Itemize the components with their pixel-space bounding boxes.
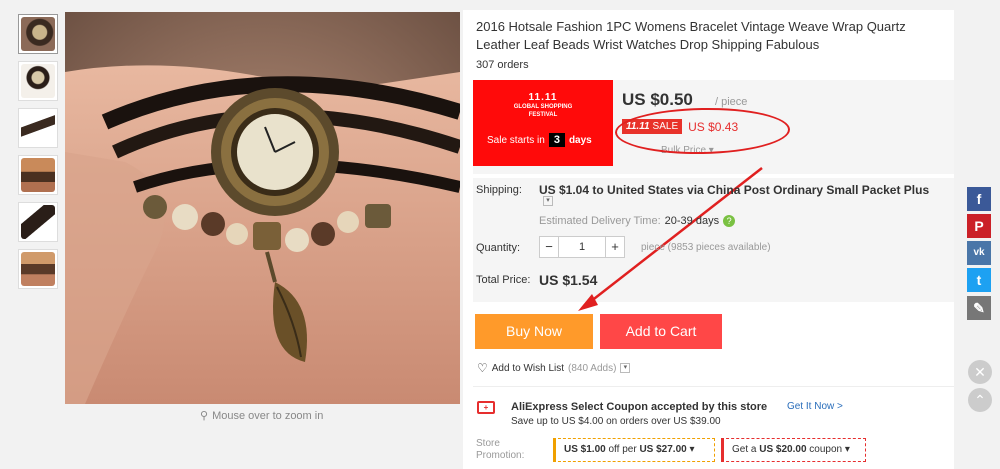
total-price-value: US $1.54 bbox=[539, 272, 598, 288]
price-unit: / piece bbox=[715, 96, 748, 108]
zoom-hint-text: Mouse over to zoom in bbox=[212, 409, 324, 422]
estimated-delivery: Estimated Delivery Time: 20-39 days ? bbox=[539, 215, 736, 227]
festival-banner: 11.11 GLOBAL SHOPPING FESTIVAL Sale star… bbox=[473, 80, 613, 166]
pinterest-icon[interactable]: P bbox=[967, 214, 991, 238]
wishlist-count: (840 Adds) bbox=[568, 362, 617, 374]
watch-bracelet-illustration bbox=[65, 12, 460, 404]
sale-countdown: Sale starts in 3 days bbox=[487, 133, 592, 147]
help-icon[interactable]: ? bbox=[723, 215, 736, 227]
quantity-stepper: − 1 + bbox=[539, 236, 625, 258]
delivery-days: 20-39 days bbox=[664, 215, 720, 227]
quantity-minus-button[interactable]: − bbox=[539, 236, 559, 258]
store-promotion-label: Store Promotion: bbox=[476, 438, 525, 461]
promotion-coupon[interactable]: Get a US $20.00 coupon ▾ bbox=[721, 438, 866, 462]
scroll-top-icon[interactable]: ⌃ bbox=[968, 388, 992, 412]
chevron-down-icon: ▾ bbox=[844, 444, 850, 455]
buy-now-button[interactable]: Buy Now bbox=[475, 314, 593, 349]
total-price-label: Total Price: bbox=[476, 274, 531, 286]
product-info-panel: 2016 Hotsale Fashion 1PC Womens Bracelet… bbox=[463, 10, 954, 469]
facebook-icon[interactable]: f bbox=[967, 187, 991, 211]
thumbnail-1[interactable] bbox=[18, 14, 58, 54]
stock-note: piece (9853 pieces available) bbox=[641, 242, 771, 253]
vk-icon[interactable]: vk bbox=[967, 241, 991, 265]
coupon-title: AliExpress Select Coupon accepted by thi… bbox=[511, 401, 768, 413]
coupon-icon: + bbox=[477, 401, 495, 414]
magnifier-icon: ⚲ bbox=[200, 410, 209, 422]
thumbnail-list bbox=[18, 14, 60, 296]
divider bbox=[473, 386, 954, 387]
promotion-discount[interactable]: US $1.00 off per US $27.00 ▾ bbox=[553, 438, 715, 462]
get-coupon-link[interactable]: Get It Now > bbox=[787, 401, 843, 412]
product-title: 2016 Hotsale Fashion 1PC Womens Bracelet… bbox=[476, 19, 906, 52]
quantity-plus-button[interactable]: + bbox=[605, 236, 625, 258]
thumbnail-6[interactable] bbox=[18, 249, 58, 289]
price-box: 11.11 GLOBAL SHOPPING FESTIVAL Sale star… bbox=[473, 80, 954, 174]
thumbnail-2[interactable] bbox=[18, 61, 58, 101]
festival-logo: 11.11 GLOBAL SHOPPING FESTIVAL bbox=[513, 92, 573, 118]
thumbnail-4[interactable] bbox=[18, 155, 58, 195]
product-page: ⚲ Mouse over to zoom in 2016 Hotsale Fas… bbox=[0, 0, 1000, 469]
unit-price: US $0.50 bbox=[622, 90, 693, 109]
quantity-label: Quantity: bbox=[476, 242, 521, 254]
shipping-value[interactable]: US $1.04 to United States via China Post… bbox=[539, 183, 929, 197]
close-icon[interactable]: ✕ bbox=[968, 360, 992, 384]
days-count: 3 bbox=[548, 133, 565, 147]
chevron-down-icon: ▾ bbox=[689, 444, 695, 455]
add-to-wishlist-link[interactable]: Add to Wish List bbox=[492, 363, 564, 374]
add-to-cart-button[interactable]: Add to Cart bbox=[600, 314, 722, 349]
shipping-dropdown-icon[interactable]: ▾ bbox=[543, 196, 553, 206]
shipping-label: Shipping: bbox=[476, 184, 522, 196]
wishlist-row: ♡ Add to Wish List (840 Adds) ▾ bbox=[477, 361, 631, 375]
highlight-ellipse bbox=[614, 106, 791, 156]
thumbnail-3[interactable] bbox=[18, 108, 58, 148]
order-count[interactable]: 307 orders bbox=[476, 59, 529, 71]
social-share-bar: f P vk t ✎ bbox=[967, 187, 993, 323]
main-product-image[interactable] bbox=[65, 12, 460, 404]
thumbnail-5[interactable] bbox=[18, 202, 58, 242]
edit-icon[interactable]: ✎ bbox=[967, 296, 991, 320]
heart-plus-icon[interactable]: ♡ bbox=[477, 361, 488, 375]
twitter-icon[interactable]: t bbox=[967, 268, 991, 292]
zoom-hint: ⚲ Mouse over to zoom in bbox=[200, 409, 324, 423]
coupon-description: Save up to US $4.00 on orders over US $3… bbox=[511, 416, 721, 427]
quantity-input[interactable]: 1 bbox=[559, 236, 605, 258]
wishlist-dropdown-icon[interactable]: ▾ bbox=[620, 363, 631, 373]
